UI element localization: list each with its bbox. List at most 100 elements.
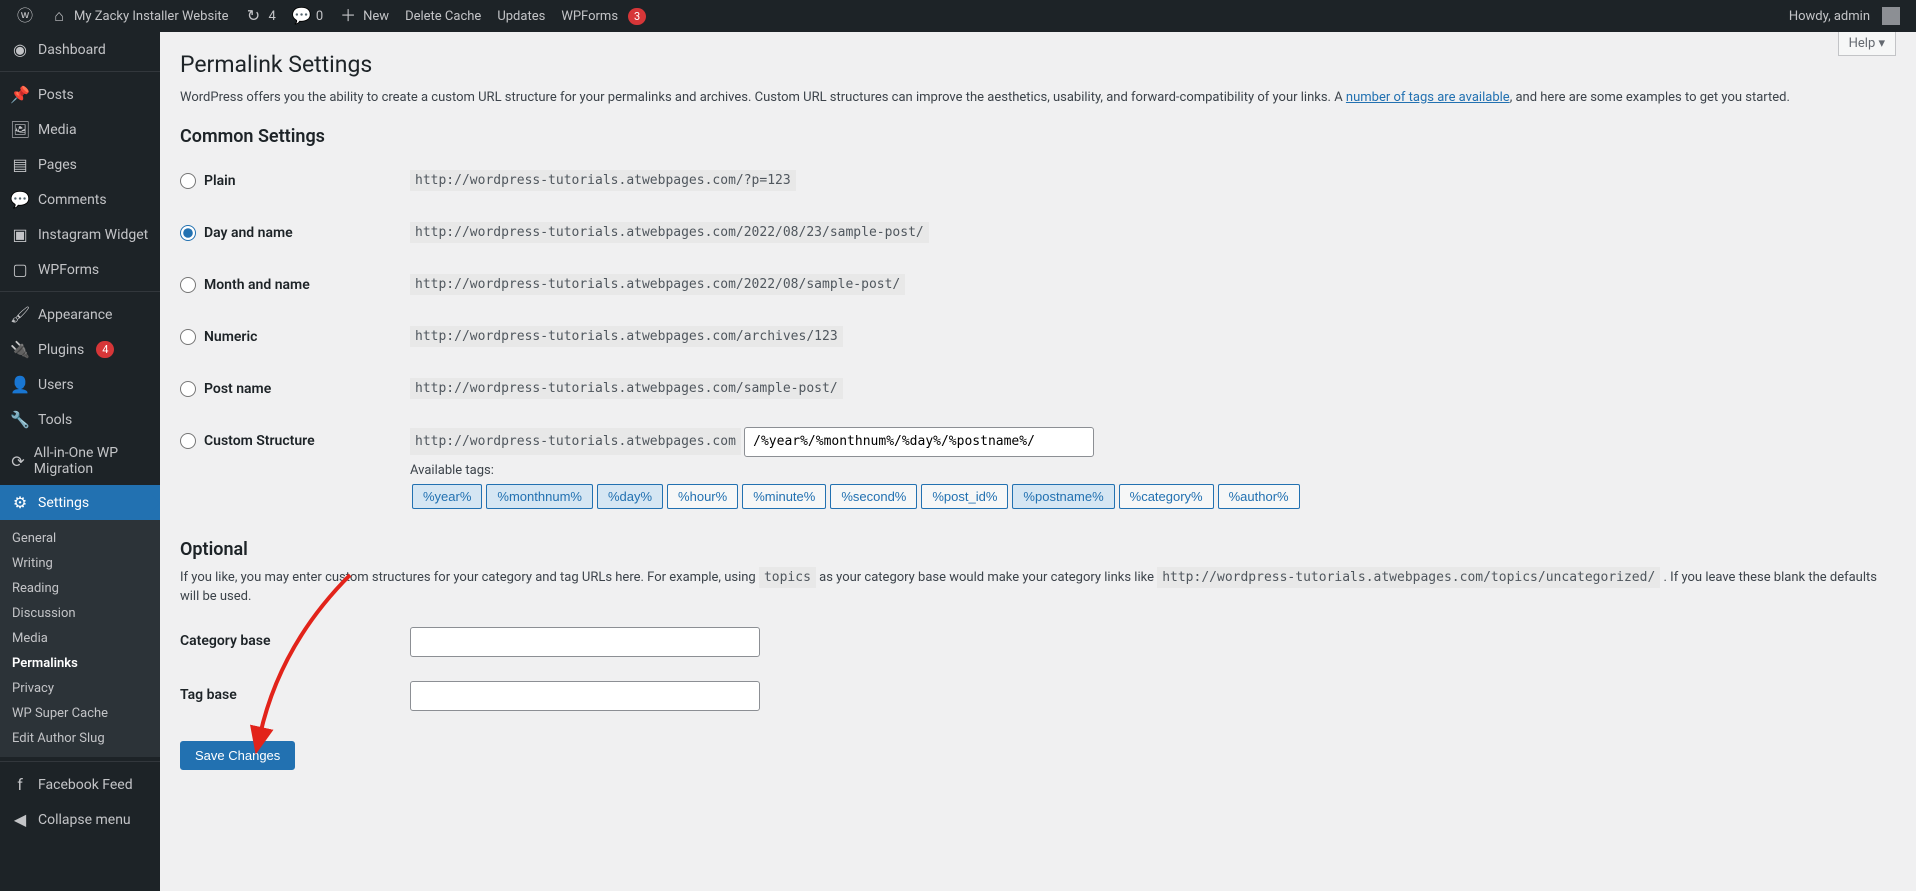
radio-post-name[interactable] [180,381,196,397]
optional-text: If you like, you may enter custom struct… [180,568,1896,607]
sidebar-item-instagram-widget[interactable]: ▣Instagram Widget [0,217,160,252]
sidebar-item-wpforms[interactable]: ▢WPForms [0,252,160,287]
submenu-item-general[interactable]: General [0,526,160,551]
tag-monthnum[interactable]: %monthnum% [486,484,593,509]
sample-url: http://wordpress-tutorials.atwebpages.co… [410,170,796,191]
wpforms-icon: ▢ [10,260,30,279]
radio-numeric[interactable] [180,329,196,345]
submenu-item-edit-author-slug[interactable]: Edit Author Slug [0,726,160,751]
admin-sidebar: ◉Dashboard📌Posts🖼Media▤Pages💬Comments▣In… [0,32,160,891]
option-plain[interactable]: Plain [180,173,390,189]
tag-buttons: %year%%monthnum%%day%%hour%%minute%%seco… [410,484,1886,509]
tag-hour[interactable]: %hour% [667,484,738,509]
sidebar-item-facebook-feed[interactable]: fFacebook Feed [0,767,160,802]
radio-day-and-name[interactable] [180,225,196,241]
sidebar-item-dashboard[interactable]: ◉Dashboard [0,32,160,67]
site-title-link[interactable]: ⌂My Zacky Installer Website [42,0,237,32]
comments-icon: 💬 [10,190,30,209]
submenu-item-permalinks[interactable]: Permalinks [0,651,160,676]
radio-custom-structure[interactable] [180,433,196,449]
radio-plain[interactable] [180,173,196,189]
plus-icon: ＋ [339,8,357,24]
collapse-icon: ◀ [10,810,30,829]
sidebar-item-comments[interactable]: 💬Comments [0,182,160,217]
tag-postname[interactable]: %postname% [1012,484,1114,509]
option-day-and-name[interactable]: Day and name [180,225,390,241]
tag-day[interactable]: %day% [597,484,663,509]
sidebar-item-posts[interactable]: 📌Posts [0,77,160,112]
submenu-item-privacy[interactable]: Privacy [0,676,160,701]
sidebar-item-pages[interactable]: ▤Pages [0,147,160,182]
plugins-icon: 🔌 [10,340,30,359]
submenu-item-discussion[interactable]: Discussion [0,601,160,626]
pages-icon: ▤ [10,155,30,174]
sidebar-item-media[interactable]: 🖼Media [0,112,160,147]
admin-bar: ⓦ ⌂My Zacky Installer Website ↻4 💬0 ＋New… [0,0,1916,32]
refresh-icon: ↻ [245,8,263,24]
sidebar-item-tools[interactable]: 🔧Tools [0,402,160,437]
sample-url: http://wordpress-tutorials.atwebpages.co… [410,222,929,243]
tag-year[interactable]: %year% [412,484,482,509]
delete-cache-link[interactable]: Delete Cache [397,0,489,32]
wordpress-icon: ⓦ [16,8,34,24]
instagram-widget-icon: ▣ [10,225,30,244]
custom-structure-input[interactable] [744,427,1094,457]
tag-base-label: Tag base [180,669,400,723]
wp-logo[interactable]: ⓦ [8,0,42,32]
sidebar-item-settings[interactable]: ⚙Settings [0,485,160,520]
tag-category[interactable]: %category% [1119,484,1214,509]
tag-post_id[interactable]: %post_id% [921,484,1008,509]
page-title: Permalink Settings [180,42,1896,82]
option-month-and-name[interactable]: Month and name [180,277,390,293]
wpforms-link[interactable]: WPForms3 [553,0,654,32]
category-base-label: Category base [180,615,400,669]
tools-icon: 🔧 [10,410,30,429]
plugins-badge: 4 [96,341,114,358]
wpforms-badge: 3 [628,8,646,25]
sidebar-item-appearance[interactable]: 🖌Appearance [0,297,160,332]
sidebar-item-plugins[interactable]: 🔌Plugins4 [0,332,160,367]
tag-minute[interactable]: %minute% [742,484,826,509]
settings-icon: ⚙ [10,493,30,512]
submenu-item-wp-super-cache[interactable]: WP Super Cache [0,701,160,726]
option-numeric[interactable]: Numeric [180,329,390,345]
save-changes-button[interactable]: Save Changes [180,741,295,770]
option-post-name[interactable]: Post name [180,381,390,397]
tag-second[interactable]: %second% [830,484,917,509]
avatar [1882,7,1900,25]
posts-icon: 📌 [10,85,30,104]
submenu-item-writing[interactable]: Writing [0,551,160,576]
users-icon: 👤 [10,375,30,394]
all-in-one-wp-migration-icon: ⟳ [10,452,26,471]
submenu-item-media[interactable]: Media [0,626,160,651]
available-tags-label: Available tags: [410,463,1886,478]
sidebar-item-all-in-one-wp-migration[interactable]: ⟳All-in-One WP Migration [0,437,160,485]
radio-month-and-name[interactable] [180,277,196,293]
custom-prefix: http://wordpress-tutorials.atwebpages.co… [410,428,741,455]
tag-author[interactable]: %author% [1218,484,1300,509]
sample-url: http://wordpress-tutorials.atwebpages.co… [410,326,843,347]
refresh-link[interactable]: ↻4 [237,0,284,32]
home-icon: ⌂ [50,8,68,24]
common-settings-heading: Common Settings [180,126,1896,147]
howdy-link[interactable]: Howdy, admin [1781,0,1908,32]
tag-base-input[interactable] [410,681,760,711]
comments-link[interactable]: 💬0 [284,0,331,32]
intro-text: WordPress offers you the ability to crea… [180,88,1896,108]
submenu-item-reading[interactable]: Reading [0,576,160,601]
help-tab[interactable]: Help ▾ [1838,32,1896,56]
option-custom-structure[interactable]: Custom Structure [180,433,390,449]
updates-link[interactable]: Updates [489,0,553,32]
collapse-menu[interactable]: ◀Collapse menu [0,802,160,837]
content-area: Help ▾ Permalink Settings WordPress offe… [160,32,1916,810]
tags-available-link[interactable]: number of tags are available [1346,90,1510,105]
category-base-input[interactable] [410,627,760,657]
optional-heading: Optional [180,539,1896,560]
media-icon: 🖼 [10,120,30,139]
dashboard-icon: ◉ [10,40,30,59]
new-link[interactable]: ＋New [331,0,397,32]
sidebar-item-users[interactable]: 👤Users [0,367,160,402]
sample-url: http://wordpress-tutorials.atwebpages.co… [410,274,905,295]
facebook-icon: f [10,775,30,794]
sample-url: http://wordpress-tutorials.atwebpages.co… [410,378,843,399]
